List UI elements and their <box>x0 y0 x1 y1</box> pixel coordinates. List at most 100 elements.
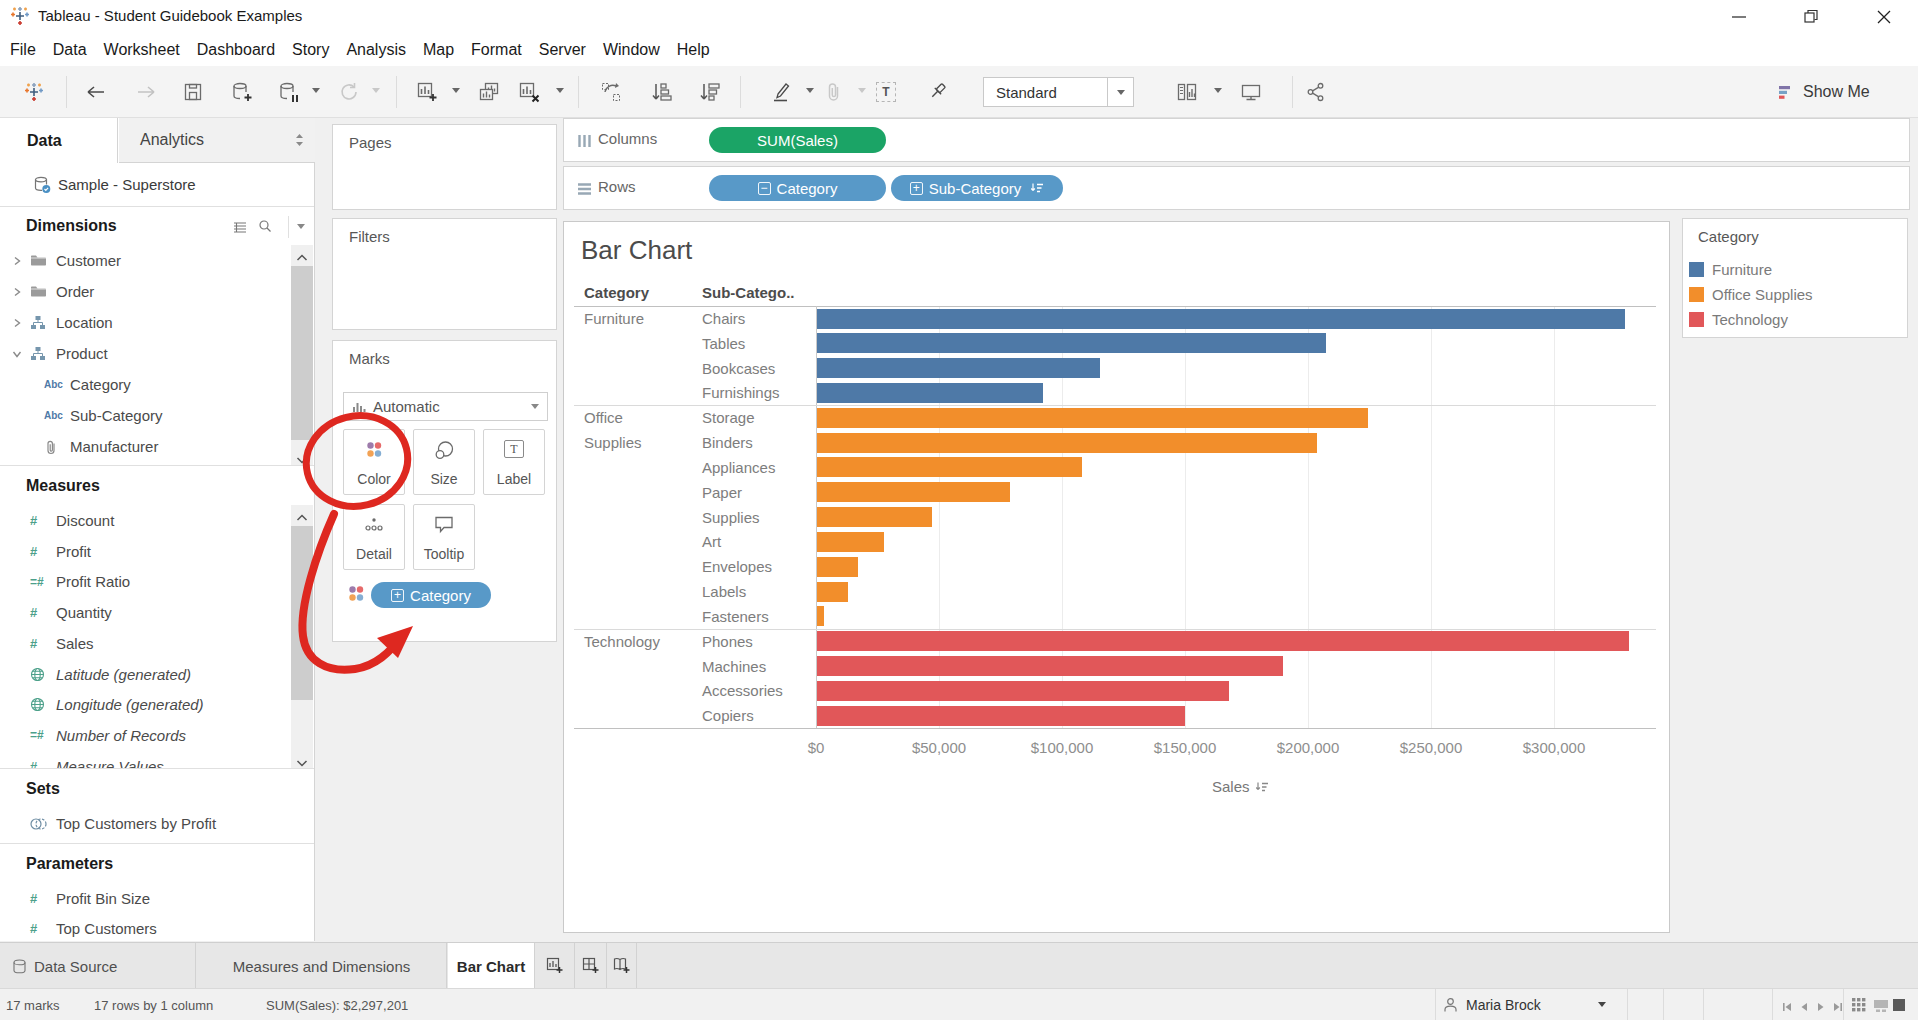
nav-prev-icon[interactable] <box>1797 999 1811 1016</box>
dropdown-caret[interactable] <box>556 88 564 93</box>
share-button[interactable] <box>1306 78 1326 106</box>
measure-quantity[interactable]: #Quantity <box>0 597 288 628</box>
nav-last-icon[interactable] <box>1831 999 1845 1016</box>
format-link-button[interactable] <box>824 78 844 106</box>
minimize-button[interactable] <box>1726 4 1752 30</box>
bar-supplies[interactable] <box>817 507 932 527</box>
columns-shelf[interactable]: ColumnsSUM(Sales) <box>563 118 1910 162</box>
measure-latitude-generated-[interactable]: Latitude (generated) <box>0 659 288 690</box>
dropdown-caret[interactable] <box>312 88 320 93</box>
menu-item-data[interactable]: Data <box>53 41 87 59</box>
view-mode-caret[interactable] <box>1107 78 1133 106</box>
dimension-product[interactable]: Product <box>0 338 288 369</box>
swap-axes-button[interactable] <box>600 78 622 106</box>
pane-menu-caret[interactable] <box>297 224 305 229</box>
dimension-category[interactable]: AbcCategory <box>0 369 288 400</box>
menu-item-window[interactable]: Window <box>603 41 660 59</box>
save-button[interactable] <box>183 78 203 106</box>
full-view-icon[interactable] <box>1892 998 1906 1015</box>
dropdown-caret[interactable] <box>858 88 866 93</box>
bar-bookcases[interactable] <box>817 358 1100 378</box>
sub-category-pill[interactable]: +Sub-Category <box>891 175 1063 201</box>
presentation-mode-button[interactable] <box>1240 78 1262 106</box>
menu-item-help[interactable]: Help <box>677 41 710 59</box>
bar-paper[interactable] <box>817 482 1010 502</box>
dropdown-caret[interactable] <box>452 88 460 93</box>
pause-updates-button[interactable] <box>278 78 300 106</box>
dimension-location[interactable]: Location <box>0 307 288 338</box>
scroll-thumb[interactable] <box>291 526 313 700</box>
restore-button[interactable] <box>1798 4 1824 30</box>
clear-sheet-button[interactable] <box>518 78 542 106</box>
menu-item-server[interactable]: Server <box>539 41 586 59</box>
legend-entry-technology[interactable]: Technology <box>1689 311 1788 328</box>
filmstrip-icon[interactable] <box>1874 998 1888 1015</box>
view-mode-select[interactable]: Standard <box>983 77 1134 107</box>
category-pill[interactable]: −Category <box>709 175 886 201</box>
parameter-profit-bin-size[interactable]: #Profit Bin Size <box>0 883 288 914</box>
new-story-tab[interactable] <box>607 943 637 989</box>
close-button[interactable] <box>1871 4 1897 30</box>
new-dashboard-tab[interactable] <box>575 943 607 989</box>
user-menu[interactable]: Maria Brock <box>1443 989 1541 1020</box>
menu-item-file[interactable]: File <box>10 41 36 59</box>
chevron-right-icon[interactable] <box>12 318 28 328</box>
new-worksheet-button[interactable] <box>416 78 438 106</box>
measure-profit[interactable]: #Profit <box>0 536 288 567</box>
tooltip-button[interactable]: Tooltip <box>413 504 475 570</box>
dimension-manufacturer[interactable]: Manufacturer <box>0 431 288 462</box>
new-worksheet-tab[interactable] <box>535 943 575 989</box>
show-cards-button[interactable] <box>1176 78 1198 106</box>
chevron-right-icon[interactable] <box>12 287 28 297</box>
sort-ascending-button[interactable] <box>650 78 672 106</box>
datasource-item[interactable]: Sample - Superstore <box>0 163 314 206</box>
chevron-right-icon[interactable] <box>12 256 28 266</box>
fix-axes-button[interactable] <box>928 78 950 106</box>
measure-sales[interactable]: #Sales <box>0 628 288 659</box>
dropdown-caret[interactable] <box>372 88 380 93</box>
measure-discount[interactable]: #Discount <box>0 505 288 536</box>
bar-labels[interactable] <box>817 582 848 602</box>
mark-type-select[interactable]: Automatic <box>343 392 548 421</box>
bar-appliances[interactable] <box>817 457 1082 477</box>
color-button[interactable]: Color <box>343 429 405 495</box>
duplicate-button[interactable] <box>478 78 500 106</box>
menu-item-dashboard[interactable]: Dashboard <box>197 41 275 59</box>
sum-sales-pill[interactable]: SUM(Sales) <box>709 127 886 153</box>
legend-entry-furniture[interactable]: Furniture <box>1689 261 1772 278</box>
bar-phones[interactable] <box>817 631 1629 651</box>
bar-storage[interactable] <box>817 408 1368 428</box>
nav-next-icon[interactable] <box>1814 999 1828 1016</box>
sheet-sorter-icon[interactable] <box>1852 998 1866 1015</box>
set-top-customers-by-profit[interactable]: Top Customers by Profit <box>0 808 288 839</box>
legend-entry-office-supplies[interactable]: Office Supplies <box>1689 286 1813 303</box>
tableau-logo-toolbar[interactable] <box>24 78 44 106</box>
bar-binders[interactable] <box>817 433 1317 453</box>
redo-button[interactable] <box>134 78 158 106</box>
measure-measure-values[interactable]: #Measure Values <box>0 751 288 768</box>
menu-item-story[interactable]: Story <box>292 41 329 59</box>
category-pill-marks[interactable]: +Category <box>371 582 491 608</box>
tab-measures-and-dimensions[interactable]: Measures and Dimensions <box>197 943 447 989</box>
user-menu-caret[interactable] <box>1598 1002 1606 1007</box>
scroll-thumb[interactable] <box>291 266 313 440</box>
tab-bar-chart[interactable]: Bar Chart <box>448 943 535 989</box>
tab-data[interactable]: Data <box>0 118 118 163</box>
label-button[interactable]: TLabel <box>483 429 545 495</box>
parameter-top-customers[interactable]: #Top Customers <box>0 913 288 944</box>
size-button[interactable]: Size <box>413 429 475 495</box>
measure-profit-ratio[interactable]: =#Profit Ratio <box>0 566 288 597</box>
menu-item-format[interactable]: Format <box>471 41 522 59</box>
rows-shelf[interactable]: Rows−Category+Sub-Category <box>563 166 1910 210</box>
measure-longitude-generated-[interactable]: Longitude (generated) <box>0 689 288 720</box>
scroll-up-arrow[interactable] <box>296 249 308 266</box>
nav-first-icon[interactable] <box>1780 999 1794 1016</box>
dropdown-caret[interactable] <box>1214 88 1222 93</box>
refresh-button[interactable] <box>338 78 360 106</box>
bar-tables[interactable] <box>817 333 1326 353</box>
dimension-customer[interactable]: Customer <box>0 245 288 276</box>
menu-item-worksheet[interactable]: Worksheet <box>104 41 180 59</box>
sort-descending-button[interactable] <box>698 78 720 106</box>
tab-analytics[interactable]: Analytics <box>119 118 315 163</box>
bar-machines[interactable] <box>817 656 1283 676</box>
